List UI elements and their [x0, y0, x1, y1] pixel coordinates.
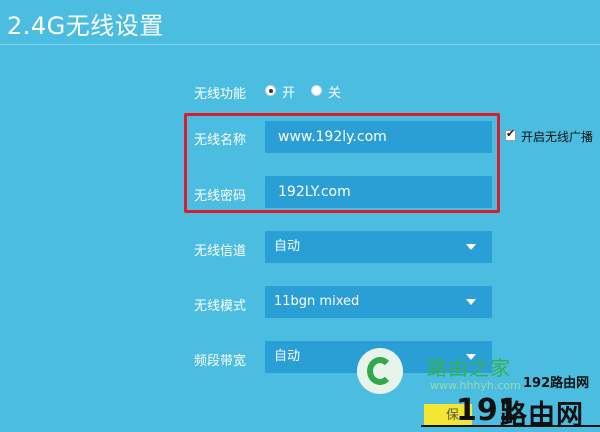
title-divider — [0, 44, 600, 45]
radio-off[interactable] — [311, 85, 322, 96]
wireless-mode-value: 11bgn mixed — [274, 294, 360, 309]
wireless-name-input[interactable]: www.192ly.com — [265, 121, 492, 153]
bandwidth-label: 频段带宽 — [194, 354, 247, 369]
wireless-mode-select[interactable]: 11bgn mixed — [265, 286, 492, 318]
wireless-password-label: 无线密码 — [194, 189, 247, 204]
wireless-name-label: 无线名称 — [194, 133, 247, 148]
wireless-function-label: 无线功能 — [194, 87, 247, 102]
page-title: 2.4G无线设置 — [7, 12, 164, 40]
watermark-brand-192: 192路由网 — [523, 376, 590, 391]
wireless-channel-select[interactable]: 自动 — [265, 231, 492, 263]
watermark-site-name: 路由之家 — [427, 356, 511, 380]
broadcast-label: 开启无线广播 — [521, 130, 594, 144]
chevron-down-icon — [466, 299, 476, 305]
wireless-password-input[interactable]: 192LY.com — [265, 176, 492, 208]
wireless-channel-label: 无线信道 — [194, 244, 247, 259]
bandwidth-value: 自动 — [274, 349, 301, 364]
radio-on-label: 开 — [282, 86, 296, 101]
broadcast-checkbox[interactable] — [505, 127, 516, 141]
watermark-site-url: www.hhhyh.com — [430, 379, 521, 392]
radio-on[interactable] — [265, 85, 276, 96]
wireless-channel-value: 自动 — [274, 239, 301, 254]
wireless-mode-label: 无线模式 — [194, 299, 247, 314]
radio-off-label: 关 — [328, 86, 342, 101]
watermark-logo-icon — [357, 348, 403, 394]
chevron-down-icon — [466, 244, 476, 250]
